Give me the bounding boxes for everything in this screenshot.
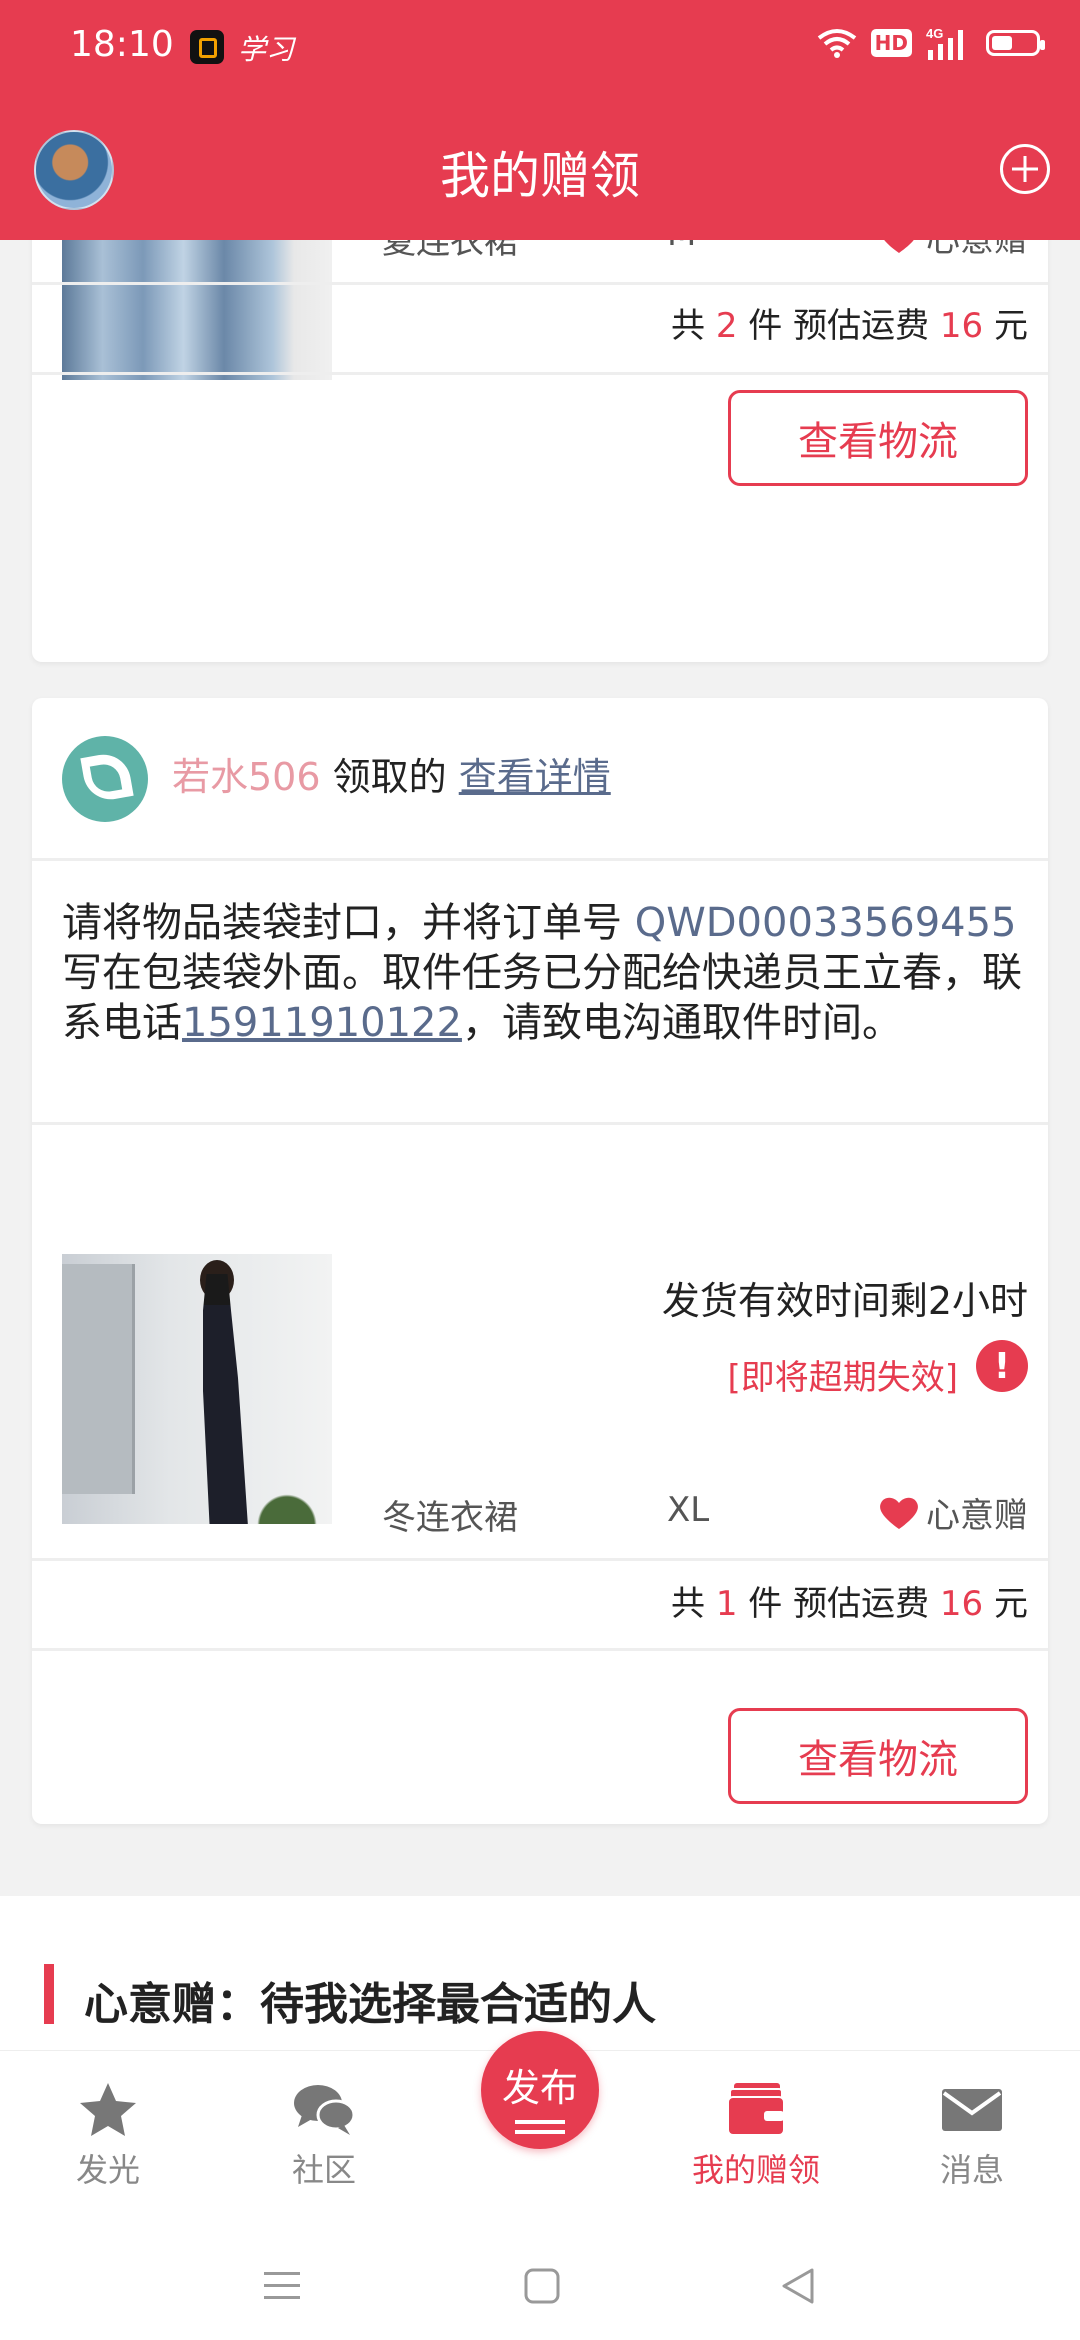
shipping-instructions: 请将物品装袋封口，并将订单号 QWD00033569455 写在包装袋外面。取件… xyxy=(62,898,1022,1048)
giver-line: 若水506 领取的 查看详情 xyxy=(172,746,611,801)
tab-label: 我的赠领 xyxy=(691,2151,820,2189)
study-app-label: 学习 xyxy=(238,33,295,66)
summary-prefix: 共 xyxy=(671,306,706,346)
menu-icon[interactable] xyxy=(262,2266,302,2306)
section-accent-bar xyxy=(44,1964,54,2024)
divider xyxy=(32,858,1048,861)
wallet-icon xyxy=(727,2083,785,2136)
order-summary: 共 2 件 预估运费 16 元 xyxy=(671,286,1028,366)
order-card-1: 夏连衣裙 M 心意赠 共 2 件 预估运费 16 元 查看物流 xyxy=(32,190,1048,662)
giver-name[interactable]: 若水506 xyxy=(172,755,321,799)
item-photo[interactable] xyxy=(62,1254,332,1524)
courier-phone-link[interactable]: 15911910122 xyxy=(182,1000,462,1046)
tab-my-gifts[interactable]: 我的赠领 xyxy=(686,2079,826,2191)
publish-button[interactable]: 发布 xyxy=(481,2031,599,2149)
divider xyxy=(32,1122,1048,1125)
photo-dress xyxy=(203,1274,249,1524)
divider xyxy=(32,372,1048,375)
item-name: 冬连衣裙 xyxy=(382,1498,518,1538)
alert-icon[interactable]: ! xyxy=(976,1340,1028,1392)
expiry-warning: [即将超期失效] xyxy=(727,1358,958,1398)
signal-icon: 4G xyxy=(926,26,963,60)
wifi-icon xyxy=(817,29,856,58)
star-icon xyxy=(80,2083,136,2136)
status-bar: 18:10 学习 HD 4G xyxy=(0,0,1080,96)
section-title: 心意赠：待我选择最合适的人 xyxy=(84,1979,656,2030)
page-title: 我的赠领 xyxy=(440,147,640,205)
summary-middle: 件 预估运费 xyxy=(748,306,930,346)
divider xyxy=(32,1558,1048,1561)
summary-middle: 件 预估运费 xyxy=(748,1584,930,1624)
shipping-deadline: 发货有效时间剩2小时 xyxy=(661,1279,1028,1323)
status-icons: HD 4G xyxy=(817,26,1045,60)
hd-icon: HD xyxy=(870,29,912,57)
back-icon[interactable] xyxy=(778,2266,818,2306)
tab-messages[interactable]: 消息 xyxy=(902,2079,1042,2191)
summary-suffix: 元 xyxy=(994,1584,1028,1624)
summary-suffix: 元 xyxy=(994,306,1028,346)
giver-action: 领取的 xyxy=(332,755,447,799)
summary-prefix: 共 xyxy=(671,1584,706,1624)
publish-label: 发布 xyxy=(501,2066,578,2110)
tab-label: 发光 xyxy=(75,2151,140,2189)
giver-avatar[interactable] xyxy=(62,736,148,822)
order-summary: 共 1 件 预估运费 16 元 xyxy=(671,1564,1028,1644)
shipping-fee: 16 xyxy=(939,306,984,346)
home-icon[interactable] xyxy=(522,2266,562,2306)
tab-label: 社区 xyxy=(291,2151,356,2189)
view-details-link[interactable]: 查看详情 xyxy=(459,755,611,799)
divider xyxy=(32,1648,1048,1651)
system-nav-bar xyxy=(0,2230,1080,2340)
view-logistics-button[interactable]: 查看物流 xyxy=(728,1708,1028,1804)
app-header: 18:10 学习 HD 4G 我的赠领 xyxy=(0,0,1080,240)
item-count: 2 xyxy=(715,306,738,346)
order-card-2: 若水506 领取的 查看详情 请将物品装袋封口，并将订单号 QWD0003356… xyxy=(32,698,1048,1824)
battery-icon xyxy=(986,30,1045,56)
bottom-tab-bar: 发光 社区 发布 我的赠领 消息 xyxy=(0,2031,1080,2231)
heart-icon xyxy=(880,1497,918,1529)
order-number: QWD00033569455 xyxy=(634,900,1017,946)
app-notification-icon xyxy=(190,30,224,64)
tab-community[interactable]: 社区 xyxy=(254,2079,394,2191)
photo-plant xyxy=(252,1489,322,1524)
network-label: 4G xyxy=(926,26,943,41)
add-icon[interactable] xyxy=(1000,144,1050,194)
divider xyxy=(32,282,1048,285)
instructions-text: 请将物品装袋封口，并将订单号 xyxy=(62,900,622,946)
mail-icon xyxy=(942,2089,1002,2131)
instructions-text: ，请致电沟通取件时间。 xyxy=(461,1000,902,1046)
chat-bubbles-icon xyxy=(294,2085,356,2135)
view-logistics-button[interactable]: 查看物流 xyxy=(728,390,1028,486)
shipping-fee: 16 xyxy=(939,1584,984,1624)
photo-cabinet xyxy=(62,1264,135,1494)
item-size: XL xyxy=(667,1490,710,1530)
gift-type: 心意赠 xyxy=(878,1488,1028,1537)
tab-glow[interactable]: 发光 xyxy=(38,2079,178,2191)
status-time: 18:10 xyxy=(70,24,174,65)
tab-label: 消息 xyxy=(939,2151,1004,2189)
item-count: 1 xyxy=(715,1584,738,1624)
gift-type-label: 心意赠 xyxy=(926,1496,1028,1536)
publish-icon xyxy=(515,2120,565,2124)
